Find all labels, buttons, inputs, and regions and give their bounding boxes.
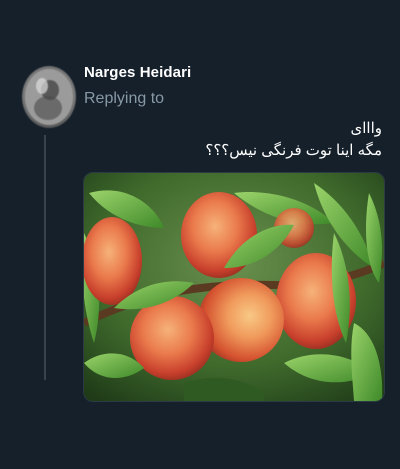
avatar[interactable] (22, 66, 76, 128)
thread-line (44, 135, 46, 380)
peaches-photo (84, 173, 384, 401)
replying-to-label: Replying to (84, 90, 165, 107)
reply-tweet: Narges Heidari Replying to وااای مگه این… (0, 0, 400, 469)
tweet-text: وااای مگه اینا توت فرنگی نیس؟؟؟ (82, 118, 382, 162)
author-name[interactable]: Narges Heidari (84, 64, 191, 81)
tweet-text-line: وااای (350, 120, 383, 137)
tweet-text-line: مگه اینا توت فرنگی نیس؟؟؟ (205, 142, 382, 159)
tweet-media-image[interactable] (83, 172, 385, 402)
avatar-image (25, 69, 73, 125)
